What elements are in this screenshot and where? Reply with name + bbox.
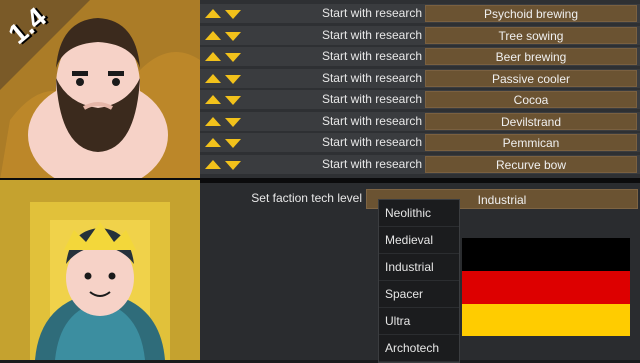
tech-level-option[interactable]: Ultra (379, 308, 459, 335)
research-item-button[interactable]: Tree sowing (425, 26, 637, 44)
research-row: Start with research Cocoa (200, 90, 640, 109)
faction-tech-label: Set faction tech level (251, 191, 362, 205)
tech-level-option[interactable]: Neolithic (379, 200, 459, 227)
research-row-label: Start with research (321, 49, 422, 63)
research-item-button[interactable]: Beer brewing (425, 48, 637, 65)
research-row: Start with research Beer brewing (200, 47, 640, 66)
tech-level-option[interactable]: Archotech (379, 335, 459, 362)
research-item-button[interactable]: Pemmican (425, 134, 637, 151)
tech-level-option[interactable]: Medieval (379, 227, 459, 254)
research-row-label: Start with research (321, 70, 422, 85)
research-row-label: Start with research (321, 113, 422, 128)
research-row: Start with research Recurve bow (200, 154, 640, 174)
research-item-button[interactable]: Devilstrand (425, 112, 637, 130)
research-item-button[interactable]: Passive cooler (425, 69, 637, 87)
research-row: Start with research Psychoid brewing (200, 4, 640, 23)
research-list-panel: Start with research Psychoid brewing Start… (200, 0, 640, 178)
faction-tech-panel: Set faction tech level Industrial Neolit… (200, 183, 640, 363)
research-row-label: Start with research (321, 135, 422, 149)
research-row: Start with research Devilstrand (200, 111, 640, 131)
research-row-label: Start with research (321, 6, 422, 20)
research-item-button[interactable]: Cocoa (425, 91, 637, 108)
research-row-label: Start with research (321, 92, 422, 106)
research-row-label: Start with research (321, 156, 422, 171)
research-row: Start with research Pemmican (200, 133, 640, 152)
mod-preview-screen: 1.4 Start with research Psychoid brewing S… (0, 0, 640, 363)
faction-tech-dropdown: Neolithic Medieval Industrial Spacer Ultra Ar… (378, 199, 460, 363)
king-icon (0, 180, 200, 360)
research-item-button[interactable]: Psychoid brewing (425, 5, 637, 22)
research-row: Start with research Tree sowing (200, 25, 640, 45)
research-item-button[interactable]: Recurve bow (425, 155, 637, 173)
tech-level-option[interactable]: Industrial (379, 254, 459, 281)
tech-level-option[interactable]: Spacer (379, 281, 459, 308)
bearded-colonist-portrait: 1.4 (0, 0, 200, 180)
research-row: Start with research Passive cooler (200, 68, 640, 88)
german-flag-icon (462, 238, 630, 336)
king-portrait (0, 180, 200, 360)
research-row-label: Start with research (321, 27, 422, 42)
